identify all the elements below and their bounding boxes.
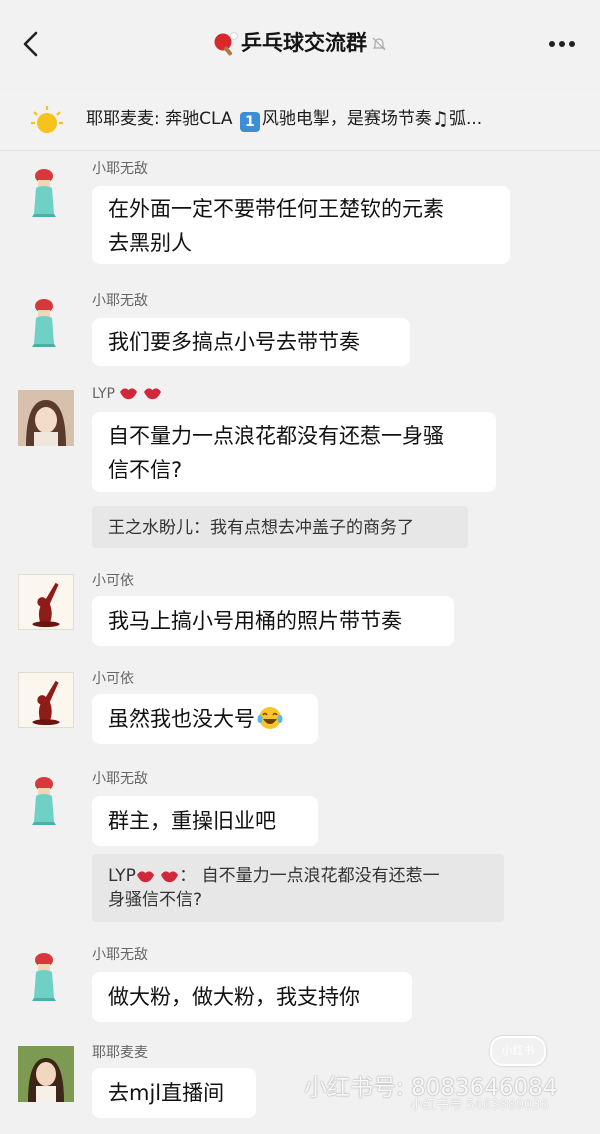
lips-icon bbox=[136, 871, 154, 883]
chat-message: 小耶无敌 群主，重操旧业吧 LYP ： 自不量力一点浪花都没有还惹一 身骚信不信… bbox=[0, 766, 600, 930]
message-sender: 小可依 bbox=[92, 573, 134, 589]
message-text: 我马上搞小号用桶的照片带节奏 bbox=[108, 609, 402, 633]
avatar-raised-arm-figure[interactable] bbox=[18, 672, 74, 728]
chat-title-row: 乒乓球交流群 bbox=[0, 26, 600, 60]
pinned-notice-text: 耶耶麦麦: 奔驰CLA 1 风驰电掣，是赛场节奏♫弧... bbox=[86, 105, 482, 133]
avatar-red-cap-figure[interactable] bbox=[18, 770, 74, 826]
message-bubble[interactable]: 在外面一定不要带任何王楚钦的元素 去黑别人 bbox=[92, 186, 510, 264]
chat-message: 小可依 我马上搞小号用桶的照片带节奏 bbox=[0, 566, 600, 652]
message-bubble[interactable]: 自不量力一点浪花都没有还惹一身骚 信不信? bbox=[92, 412, 496, 492]
avatar-raised-arm-figure[interactable] bbox=[18, 574, 74, 630]
message-sender: 小耶无敌 bbox=[92, 771, 148, 787]
pinned-notice-bar[interactable]: 耶耶麦麦: 奔驰CLA 1 风驰电掣，是赛场节奏♫弧... bbox=[0, 90, 600, 151]
lips-icon bbox=[120, 388, 138, 400]
message-sender: 小耶无敌 bbox=[92, 161, 148, 177]
message-sender: 小耶无敌 bbox=[92, 293, 148, 309]
quoted-reply[interactable]: LYP ： 自不量力一点浪花都没有还惹一 身骚信不信? bbox=[92, 854, 504, 922]
avatar-red-cap-figure[interactable] bbox=[18, 162, 74, 218]
xiaohongshu-logo-watermark: 小红书 bbox=[490, 1036, 546, 1066]
message-text: 我们要多搞点小号去带节奏 bbox=[108, 330, 360, 354]
message-text-line: 在外面一定不要带任何王楚钦的元素 bbox=[108, 197, 444, 221]
quoted-text-line: 身骚信不信? bbox=[108, 890, 203, 910]
ping-pong-paddle-icon bbox=[214, 32, 238, 56]
avatar-red-cap-figure[interactable] bbox=[18, 946, 74, 1002]
message-text: 群主，重操旧业吧 bbox=[108, 809, 276, 833]
message-bubble[interactable]: 群主，重操旧业吧 bbox=[92, 796, 318, 846]
avatar-portrait-photo[interactable] bbox=[18, 1046, 74, 1102]
message-bubble[interactable]: 我们要多搞点小号去带节奏 bbox=[92, 318, 410, 366]
message-bubble[interactable]: 做大粉，做大粉，我支持你 bbox=[92, 972, 412, 1022]
quoted-text: 王之水盼儿：我有点想去冲盖子的商务了 bbox=[108, 518, 414, 538]
music-note-icon: ♫ bbox=[431, 108, 449, 130]
message-text-line: 自不量力一点浪花都没有还惹一身骚 bbox=[108, 424, 444, 448]
chat-title: 乒乓球交流群 bbox=[241, 31, 367, 55]
lips-icon bbox=[161, 871, 179, 883]
message-text: 做大粉，做大粉，我支持你 bbox=[108, 985, 360, 1009]
message-bubble[interactable]: 去mjl直播间 bbox=[92, 1068, 256, 1118]
chat-message: 小耶无敌 我们要多搞点小号去带节奏 bbox=[0, 288, 600, 374]
message-text: 虽然我也没大号 bbox=[108, 707, 255, 731]
more-dots-icon[interactable] bbox=[548, 40, 576, 48]
notice-prefix: 耶耶麦麦: 奔驰CLA bbox=[86, 109, 238, 129]
chat-header: 乒乓球交流群 bbox=[0, 0, 600, 88]
laughing-tears-emoji-icon bbox=[257, 707, 283, 729]
chat-message: 小耶无敌 在外面一定不要带任何王楚钦的元素 去黑别人 bbox=[0, 156, 600, 268]
quoted-reply[interactable]: 王之水盼儿：我有点想去冲盖子的商务了 bbox=[92, 506, 468, 548]
watermark-sub: 小红书号 5463889036 bbox=[410, 1098, 549, 1113]
message-text: 去mjl直播间 bbox=[108, 1081, 225, 1105]
chat-message: LYP 自不量力一点浪花都没有还惹一身骚 信不信? 王之水盼儿：我有点想去冲盖子… bbox=[0, 382, 600, 552]
message-bubble[interactable]: 我马上搞小号用桶的照片带节奏 bbox=[92, 596, 454, 646]
chat-message: 小耶无敌 做大粉，做大粉，我支持你 bbox=[0, 942, 600, 1028]
quoted-text-line: LYP ： 自不量力一点浪花都没有还惹一 bbox=[108, 864, 488, 888]
message-text-line: 去黑别人 bbox=[108, 231, 192, 255]
message-sender: 小耶无敌 bbox=[92, 947, 148, 963]
notice-tail: 弧... bbox=[448, 109, 483, 129]
sun-icon bbox=[31, 106, 63, 133]
keycap-one-icon: 1 bbox=[239, 112, 260, 132]
message-sender: 小可依 bbox=[92, 671, 134, 687]
lips-icon bbox=[143, 388, 161, 400]
notice-suffix: 风驰电掣，是赛场节奏 bbox=[261, 109, 432, 129]
sender-name: LYP bbox=[92, 386, 115, 402]
message-text-line: 信不信? bbox=[108, 458, 183, 482]
quoted-sender: LYP bbox=[108, 866, 136, 886]
quoted-text: ： 自不量力一点浪花都没有还惹一 bbox=[179, 866, 440, 886]
avatar-portrait-photo[interactable] bbox=[18, 390, 74, 446]
message-bubble[interactable]: 虽然我也没大号 bbox=[92, 694, 318, 744]
avatar-red-cap-figure[interactable] bbox=[18, 292, 74, 348]
chat-message: 小可依 虽然我也没大号 bbox=[0, 664, 600, 750]
bell-muted-icon bbox=[372, 37, 386, 51]
message-sender: 耶耶麦麦 bbox=[92, 1045, 148, 1061]
message-sender: LYP bbox=[92, 386, 162, 402]
